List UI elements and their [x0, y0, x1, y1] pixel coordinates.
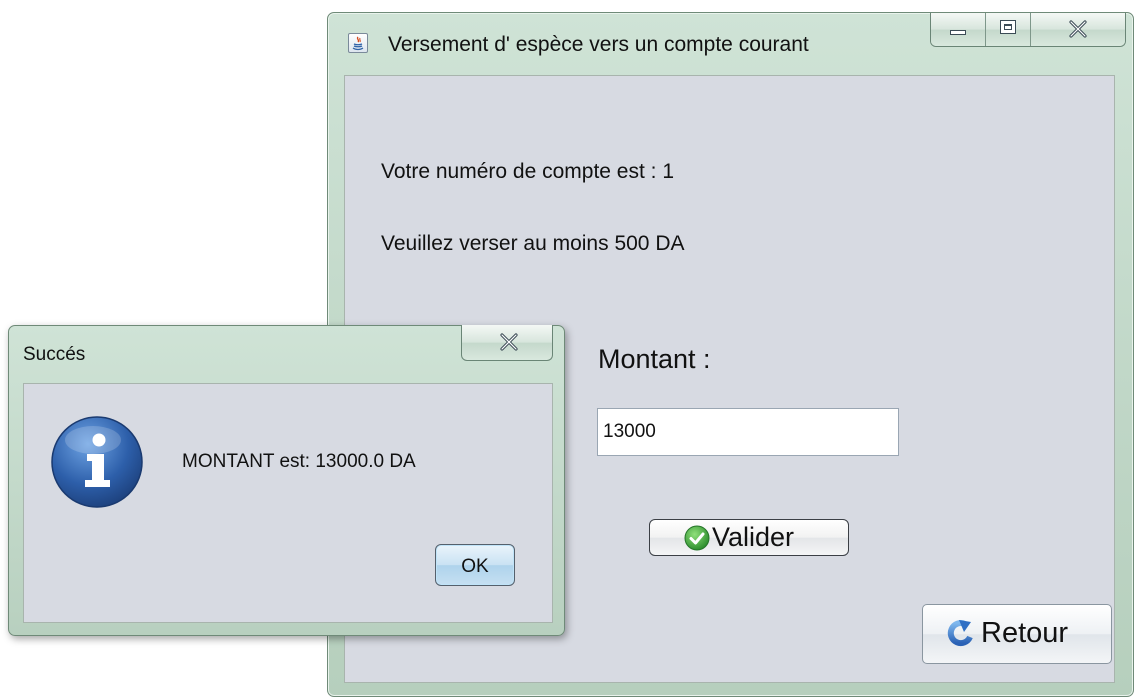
- success-dialog: Succés MONTANT est: 13000.0 DA OK: [8, 325, 565, 636]
- back-label: Retour: [981, 617, 1069, 649]
- amount-input[interactable]: [597, 408, 899, 456]
- close-icon: [1069, 20, 1087, 38]
- window-title: Versement d' espèce vers un compte coura…: [388, 33, 809, 56]
- checkmark-icon: [684, 525, 710, 551]
- ok-label: OK: [461, 556, 489, 577]
- dialog-message: MONTANT est: 13000.0 DA: [182, 451, 416, 472]
- dialog-close-button[interactable]: [461, 325, 553, 361]
- back-arrow-icon: [947, 620, 973, 647]
- back-button[interactable]: Retour: [922, 604, 1112, 664]
- main-titlebar[interactable]: Versement d' espèce vers un compte coura…: [328, 13, 1133, 75]
- maximize-icon: [1000, 20, 1016, 34]
- account-number-text: Votre numéro de compte est : 1: [381, 160, 674, 183]
- java-app-icon: [348, 33, 368, 53]
- amount-label: Montant :: [598, 344, 711, 374]
- dialog-content: MONTANT est: 13000.0 DA OK: [23, 383, 553, 623]
- dialog-title: Succés: [23, 344, 86, 365]
- validate-label: Valider: [712, 522, 795, 552]
- info-icon: [51, 416, 143, 508]
- validate-button[interactable]: Valider: [649, 519, 849, 556]
- ok-button[interactable]: OK: [435, 544, 515, 586]
- close-button[interactable]: [1031, 13, 1125, 46]
- minimize-button[interactable]: [931, 13, 986, 46]
- maximize-button[interactable]: [986, 13, 1031, 46]
- minimize-icon: [950, 30, 966, 35]
- caption-buttons: [930, 13, 1126, 47]
- close-icon: [500, 333, 518, 351]
- minimum-amount-text: Veuillez verser au moins 500 DA: [381, 232, 685, 255]
